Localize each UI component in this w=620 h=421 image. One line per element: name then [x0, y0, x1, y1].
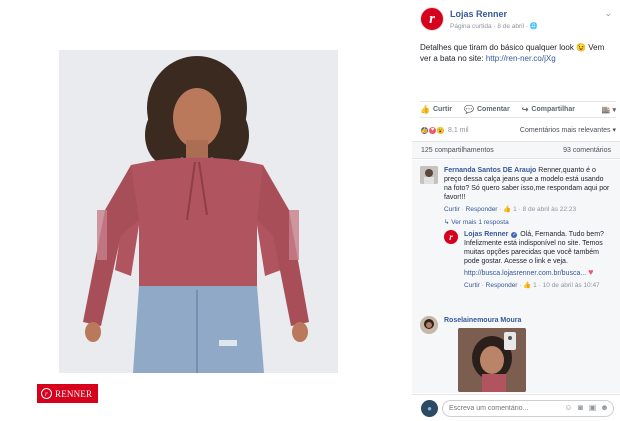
- comment-actions: Curtir · Responder · 👍 1 · 8 de abril às…: [444, 206, 577, 213]
- reply-body: Lojas Renner ✓ Olá, Fernanda. Tudo bem? …: [464, 230, 609, 290]
- comment-body: Roselainemoura Moura: [444, 316, 610, 325]
- chevron-down-icon[interactable]: ⌄: [604, 8, 612, 19]
- comment-label: Comentar: [477, 106, 510, 113]
- comment-like-count-icon: 👍: [503, 206, 512, 213]
- model-illustration: [59, 50, 338, 373]
- comment-icon: 💬: [464, 105, 474, 114]
- page-profile-icon: 🏬: [601, 106, 611, 114]
- comment-time[interactable]: 8 de abril às 22:23: [523, 206, 576, 213]
- share-label: Compartilhar: [531, 106, 575, 113]
- commenter-avatar-photo: [420, 316, 438, 334]
- reply-link[interactable]: http://busca.lojasrenner.com.br/busca...: [464, 270, 586, 277]
- comments-count[interactable]: 93 comentários: [563, 147, 611, 154]
- emoji-icon[interactable]: ☺: [564, 403, 573, 412]
- comment-button[interactable]: 💬 Comentar: [464, 105, 510, 114]
- post-meta-text: Página curtida · 8 de abril ·: [450, 23, 530, 30]
- sticker-icon[interactable]: ☻: [600, 403, 609, 412]
- post-action-bar: 👍 Curtir 💬 Comentar ↪ Compartilhar 🏬 ▾: [420, 101, 616, 118]
- share-icon: ↪: [521, 105, 529, 114]
- comment-body: Fernanda Santos DE Araujo Renner,quanto …: [444, 166, 610, 214]
- gif-icon[interactable]: ▣: [588, 403, 597, 412]
- comments-list: Fernanda Santos DE Araujo Renner,quanto …: [412, 160, 620, 393]
- reply-like-count[interactable]: 1: [533, 282, 537, 289]
- post-sidebar: r Lojas Renner Página curtida · 8 de abr…: [412, 0, 620, 421]
- selfie-illustration: [458, 328, 526, 392]
- like-button[interactable]: 👍 Curtir: [420, 105, 452, 114]
- post-meta: Página curtida · 8 de abril · 🌐: [450, 22, 538, 30]
- commenter-avatar[interactable]: [420, 316, 438, 334]
- comment-reply-link[interactable]: Responder: [466, 206, 498, 213]
- caret-down-icon: ▾: [612, 106, 616, 114]
- renner-logo-text: RENNER: [55, 388, 93, 399]
- reply-time[interactable]: 10 de abril às 10:47: [543, 282, 600, 289]
- share-button[interactable]: ↪ Compartilhar: [522, 105, 575, 114]
- post-link[interactable]: http://ren-ner.co/jXg: [486, 54, 556, 63]
- renner-logo-mark: r: [41, 388, 52, 399]
- comment-sort-dropdown[interactable]: Comentários mais relevantes ▾: [520, 126, 616, 134]
- reply-actions: Curtir · Responder · 👍 1 · 10 de abril à…: [464, 282, 600, 289]
- reactions-row: 👍 ♥ 😮 8,1 mil Comentários mais relevante…: [420, 124, 616, 136]
- renner-logo: r RENNER: [37, 384, 98, 403]
- comment-composer: ● ☺ ◙ ▣ ☻: [412, 394, 620, 421]
- post-as-selector[interactable]: 🏬 ▾: [602, 106, 616, 114]
- heart-reaction-icon: ♥: [588, 267, 594, 277]
- commenter-avatar[interactable]: [420, 166, 438, 184]
- comment-attached-photo[interactable]: [458, 328, 526, 392]
- wow-reaction-icon[interactable]: 😮: [436, 125, 445, 135]
- like-label: Curtir: [432, 106, 453, 113]
- post-text: Detalhes que tiram do básico qualquer lo…: [420, 42, 616, 64]
- view-more-replies-link[interactable]: ↳ Ver mais 1 resposta: [444, 218, 509, 226]
- verified-badge-icon: ✓: [511, 232, 518, 238]
- post-header: r Lojas Renner Página curtida · 8 de abr…: [420, 7, 614, 37]
- composer-icons: ☺ ◙ ▣ ☻: [564, 403, 609, 412]
- reply-like-count-icon: 👍: [523, 282, 532, 289]
- shares-count[interactable]: 125 compartilhamentos: [421, 147, 494, 154]
- reply-reply-link[interactable]: Responder: [486, 282, 518, 289]
- reply-like-link[interactable]: Curtir: [464, 282, 480, 289]
- reactions-count[interactable]: 8,1 mil: [448, 127, 469, 134]
- comment-author[interactable]: Fernanda Santos DE Araujo: [444, 167, 536, 174]
- reply-author[interactable]: Lojas Renner: [464, 231, 508, 238]
- photo-panel: r RENNER: [0, 0, 412, 421]
- post-counts-bar: 125 compartilhamentos 93 comentários: [412, 141, 620, 159]
- globe-icon: 🌐: [529, 23, 538, 30]
- camera-icon[interactable]: ◙: [576, 403, 585, 412]
- comment-like-link[interactable]: Curtir: [444, 206, 460, 213]
- comment-author[interactable]: Roselainemoura Moura: [444, 317, 521, 324]
- commenter-avatar-photo: [420, 166, 438, 184]
- comment-like-count[interactable]: 1: [513, 206, 517, 213]
- composer-avatar[interactable]: ●: [421, 400, 438, 417]
- thumbs-up-icon: 👍: [420, 105, 430, 114]
- post-photo[interactable]: [59, 50, 338, 373]
- page-name-link[interactable]: Lojas Renner: [450, 9, 507, 19]
- reply-avatar[interactable]: r: [444, 230, 458, 244]
- page-avatar[interactable]: r: [420, 7, 444, 31]
